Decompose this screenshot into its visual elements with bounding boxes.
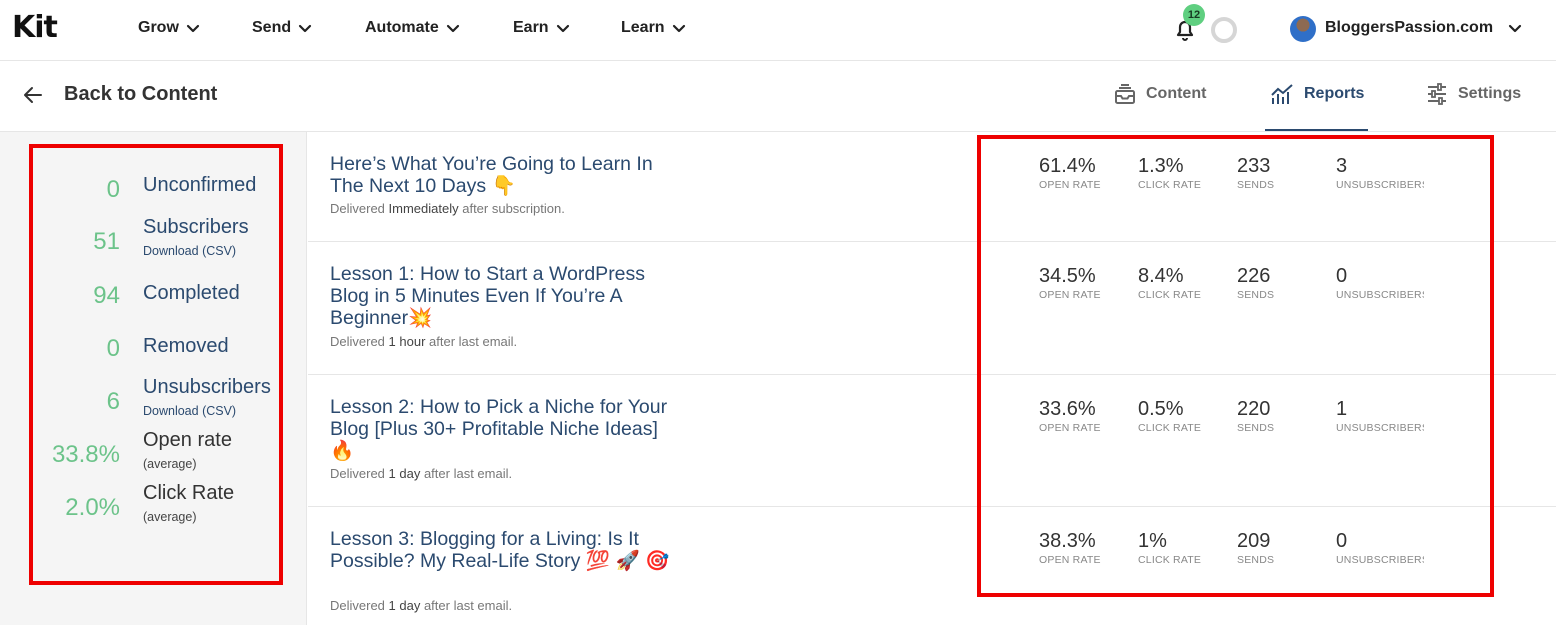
nav-send-label: Send (252, 19, 292, 36)
tab-reports-label: Reports (1304, 85, 1365, 102)
delivery-suffix: after last email. (425, 334, 518, 349)
delivery-suffix: after subscription. (458, 201, 565, 216)
sliders-icon (1428, 83, 1446, 105)
nav-earn-label: Earn (513, 19, 549, 36)
chevron-down-icon (446, 24, 459, 33)
back-to-content-link[interactable]: Back to Content (22, 83, 217, 106)
tab-reports[interactable]: Reports (1270, 83, 1364, 105)
delivery-delay: 1 day (388, 466, 421, 481)
avatar[interactable] (1290, 16, 1316, 42)
tab-content-label: Content (1146, 85, 1207, 102)
chevron-down-icon (299, 24, 312, 33)
email-title-link[interactable]: Lesson 3: Blogging for a Living: Is It P… (330, 528, 670, 572)
email-delivery-info: Delivered 1 day after last email. (330, 598, 512, 613)
tab-settings-label: Settings (1458, 85, 1522, 102)
nav-earn[interactable]: Earn (513, 18, 571, 38)
highlight-box-stats (29, 144, 283, 585)
email-title-link[interactable]: Lesson 2: How to Pick a Niche for Your B… (330, 396, 670, 462)
nav-grow[interactable]: Grow (138, 18, 201, 38)
email-delivery-info: Delivered Immediately after subscription… (330, 201, 565, 216)
delivery-prefix: Delivered (330, 334, 389, 349)
sub-header: Back to Content Content Reports Settings (0, 61, 1556, 132)
back-label: Back to Content (64, 83, 218, 105)
delivery-prefix: Delivered (330, 466, 389, 481)
tab-settings[interactable]: Settings (1426, 83, 1521, 105)
account-menu[interactable]: BloggersPassion.com (1325, 18, 1523, 38)
notification-count-badge: 12 (1183, 4, 1205, 26)
delivery-suffix: after last email. (420, 466, 513, 481)
arrow-left-icon (24, 86, 42, 103)
email-delivery-info: Delivered 1 hour after last email. (330, 334, 517, 349)
nav-automate-label: Automate (365, 19, 439, 36)
account-name: BloggersPassion.com (1325, 19, 1494, 36)
chevron-down-icon (556, 24, 569, 33)
top-navigation: Kit Grow Send Automate Earn Learn 12 Blo… (0, 0, 1556, 61)
delivery-prefix: Delivered (330, 598, 389, 613)
loading-ring-icon (1211, 17, 1237, 43)
bar-chart-icon (1271, 84, 1293, 104)
delivery-suffix: after last email. (420, 598, 513, 613)
nav-learn-label: Learn (621, 19, 665, 36)
nav-grow-label: Grow (138, 19, 179, 36)
nav-learn[interactable]: Learn (621, 18, 687, 38)
nav-automate[interactable]: Automate (365, 18, 461, 38)
email-delivery-info: Delivered 1 day after last email. (330, 466, 512, 481)
chevron-down-icon (672, 24, 685, 33)
email-title-link[interactable]: Lesson 1: How to Start a WordPress Blog … (330, 263, 670, 329)
email-title-link[interactable]: Here’s What You’re Going to Learn In The… (330, 153, 670, 197)
chevron-down-icon (186, 24, 199, 33)
active-tab-indicator (1265, 129, 1368, 131)
delivery-prefix: Delivered (330, 201, 389, 216)
kit-logo[interactable]: Kit (12, 11, 58, 45)
nav-send[interactable]: Send (252, 18, 313, 38)
chevron-down-icon (1508, 24, 1522, 33)
delivery-delay: Immediately (388, 201, 459, 216)
tab-content[interactable]: Content (1114, 83, 1206, 105)
delivery-delay: 1 day (388, 598, 421, 613)
highlight-box-metrics (977, 135, 1494, 597)
delivery-delay: 1 hour (388, 334, 426, 349)
tray-icon (1115, 84, 1135, 104)
